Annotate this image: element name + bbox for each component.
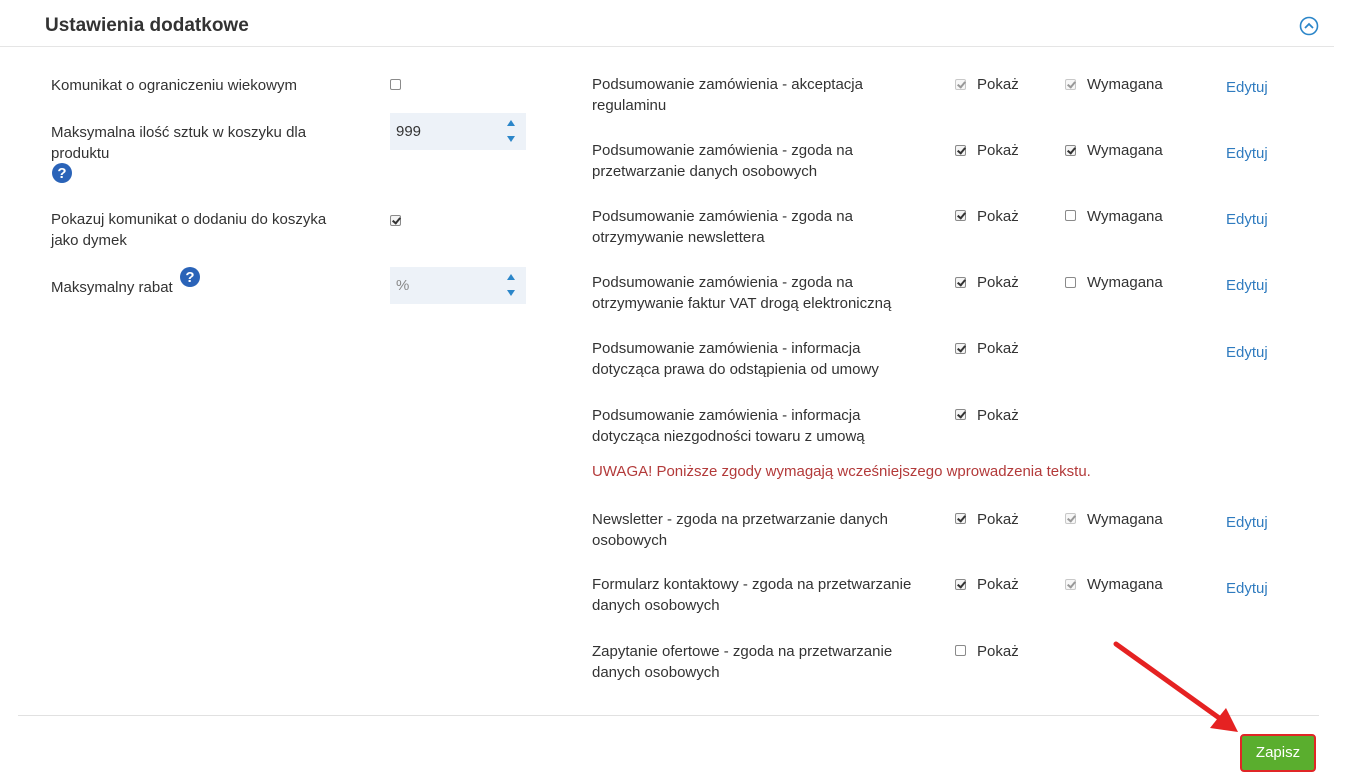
help-icon[interactable]: ? xyxy=(51,162,73,184)
consent-required-label: Wymagana xyxy=(1087,76,1163,93)
panel-title: Ustawienia dodatkowe xyxy=(45,15,249,36)
consent-required-checkbox[interactable] xyxy=(1065,277,1076,288)
consent-show-checkbox[interactable] xyxy=(955,409,966,420)
consent-show-label: Pokaż xyxy=(977,274,1019,291)
cart-tooltip-checkbox[interactable] xyxy=(390,215,401,226)
consent-show-checkbox[interactable] xyxy=(955,79,966,90)
consent-show-label: Pokaż xyxy=(977,340,1019,357)
consent-show-checkbox[interactable] xyxy=(955,210,966,221)
consent-edit-link[interactable]: Edytuj xyxy=(1226,514,1268,531)
consent-edit-link[interactable]: Edytuj xyxy=(1226,580,1268,597)
consent-text: Podsumowanie zamówienia - akceptacja reg… xyxy=(592,76,863,114)
consent-show-label: Pokaż xyxy=(977,76,1019,93)
age-restriction-label: Komunikat o ograniczeniu wiekowym xyxy=(51,77,297,94)
max-quantity-label: Maksymalna ilość sztuk w koszyku dla pro… xyxy=(51,124,307,162)
consent-show-label: Pokaż xyxy=(977,511,1019,528)
consent-required-checkbox[interactable] xyxy=(1065,513,1076,524)
consent-show-checkbox[interactable] xyxy=(955,513,966,524)
consent-required-label: Wymagana xyxy=(1087,576,1163,593)
consent-show-label: Pokaż xyxy=(977,142,1019,159)
panel-header: Ustawienia dodatkowe xyxy=(0,0,1334,47)
save-button[interactable]: Zapisz xyxy=(1240,734,1316,772)
spin-up-icon[interactable] xyxy=(507,120,515,126)
consent-show-label: Pokaż xyxy=(977,576,1019,593)
spin-down-icon[interactable] xyxy=(507,136,515,142)
consent-edit-link[interactable]: Edytuj xyxy=(1226,145,1268,162)
consent-text: Podsumowanie zamówienia - informacja dot… xyxy=(592,340,879,378)
consent-text: Formularz kontaktowy - zgoda na przetwar… xyxy=(592,576,912,614)
consent-required-label: Wymagana xyxy=(1087,208,1163,225)
consent-warning: UWAGA! Poniższe zgody wymagają wcześniej… xyxy=(592,463,1091,480)
max-quantity-input[interactable]: 999 xyxy=(390,113,526,150)
consent-show-label: Pokaż xyxy=(977,208,1019,225)
cart-tooltip-label: Pokazuj komunikat o dodaniu do koszyka j… xyxy=(51,211,327,249)
consent-required-checkbox[interactable] xyxy=(1065,210,1076,221)
svg-text:?: ? xyxy=(185,269,194,286)
consent-edit-link[interactable]: Edytuj xyxy=(1226,79,1268,96)
max-discount-input[interactable]: % xyxy=(390,267,526,304)
consent-text: Podsumowanie zamówienia - zgoda na otrzy… xyxy=(592,208,853,246)
consent-required-label: Wymagana xyxy=(1087,511,1163,528)
age-restriction-checkbox[interactable] xyxy=(390,79,401,90)
consent-required-checkbox[interactable] xyxy=(1065,79,1076,90)
consent-required-checkbox[interactable] xyxy=(1065,145,1076,156)
svg-text:?: ? xyxy=(57,165,66,182)
consent-show-checkbox[interactable] xyxy=(955,145,966,156)
consent-show-checkbox[interactable] xyxy=(955,579,966,590)
spin-up-icon[interactable] xyxy=(507,274,515,280)
consent-text: Newsletter - zgoda na przetwarzanie dany… xyxy=(592,511,888,549)
consent-required-label: Wymagana xyxy=(1087,142,1163,159)
consent-edit-link[interactable]: Edytuj xyxy=(1226,211,1268,228)
consent-show-checkbox[interactable] xyxy=(955,343,966,354)
consent-show-label: Pokaż xyxy=(977,407,1019,424)
consent-edit-link[interactable]: Edytuj xyxy=(1226,344,1268,361)
consent-required-label: Wymagana xyxy=(1087,274,1163,291)
consent-show-checkbox[interactable] xyxy=(955,277,966,288)
consent-text: Podsumowanie zamówienia - informacja dot… xyxy=(592,407,865,445)
chevron-up-circle-icon[interactable] xyxy=(1299,16,1319,36)
spin-down-icon[interactable] xyxy=(507,290,515,296)
consent-show-checkbox[interactable] xyxy=(955,645,966,656)
consent-required-checkbox[interactable] xyxy=(1065,579,1076,590)
red-arrow-annotation-icon xyxy=(1113,641,1238,732)
help-icon[interactable]: ? xyxy=(179,266,201,288)
max-discount-label: Maksymalny rabat xyxy=(51,279,173,296)
consent-text: Zapytanie ofertowe - zgoda na przetwarza… xyxy=(592,643,893,681)
consent-edit-link[interactable]: Edytuj xyxy=(1226,277,1268,294)
consent-text: Podsumowanie zamówienia - zgoda na przet… xyxy=(592,142,853,180)
consent-text: Podsumowanie zamówienia - zgoda na otrzy… xyxy=(592,274,892,312)
consent-show-label: Pokaż xyxy=(977,643,1019,660)
